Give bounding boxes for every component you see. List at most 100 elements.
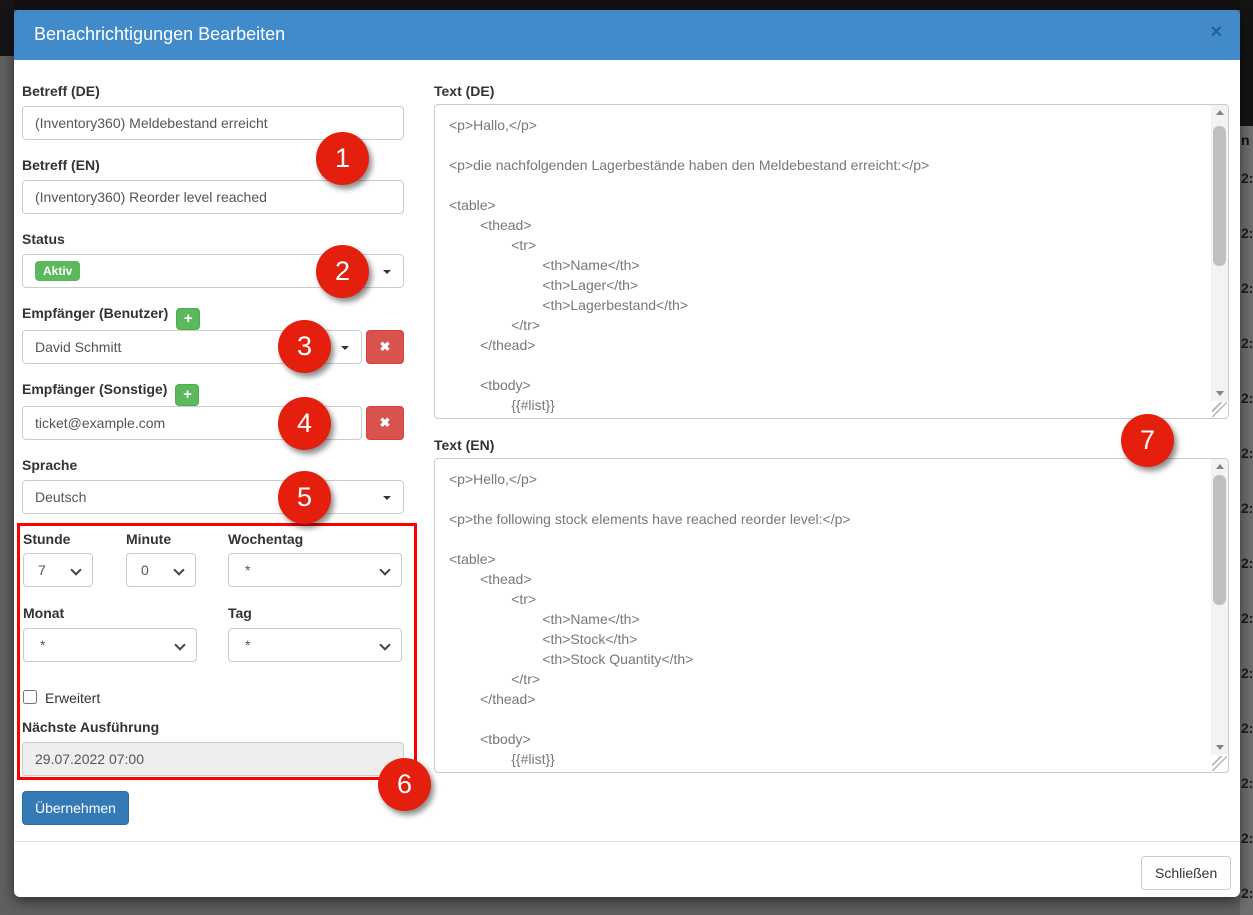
background-row-fragment: 2: (1241, 280, 1253, 296)
arrow-down-icon (1216, 391, 1224, 396)
hour-value: 7 (38, 562, 46, 578)
wochentag-label: Wochentag (228, 531, 303, 547)
text-de-label: Text (DE) (434, 83, 494, 99)
text-de-textarea[interactable]: <p>Hallo,</p> <p>die nachfolgenden Lager… (434, 104, 1229, 419)
apply-button[interactable]: Übernehmen (22, 791, 129, 825)
text-en-label: Text (EN) (434, 437, 494, 453)
weekday-select[interactable]: * (228, 553, 402, 587)
backdrop-top-bar (0, 0, 1253, 10)
chevron-down-icon (173, 564, 184, 575)
text-de-scrollbar[interactable] (1211, 105, 1228, 401)
next-execution-input (22, 742, 404, 776)
plus-icon: + (183, 386, 192, 403)
caret-down-icon (383, 496, 391, 500)
remove-recipient-button[interactable]: ✖ (366, 406, 404, 440)
hour-select[interactable]: 7 (23, 553, 93, 587)
status-label: Status (22, 231, 65, 247)
add-recipient-button[interactable]: + (175, 384, 199, 406)
minute-select[interactable]: 0 (126, 553, 196, 587)
text-en-scrollbar[interactable] (1211, 459, 1228, 755)
day-value: * (245, 637, 250, 653)
arrow-up-icon (1216, 464, 1224, 469)
chevron-down-icon (379, 639, 390, 650)
backdrop-left-edge (0, 0, 14, 56)
plus-icon: + (184, 310, 193, 327)
chevron-down-icon (70, 564, 81, 575)
caret-down-icon (383, 270, 391, 274)
background-row-fragment: 2: (1241, 445, 1253, 461)
close-button[interactable]: Schließen (1141, 856, 1231, 890)
remove-user-button[interactable]: ✖ (366, 330, 404, 364)
background-row-fragment: 2: (1241, 170, 1253, 186)
chevron-down-icon (379, 564, 390, 575)
status-badge: Aktiv (35, 261, 80, 281)
modal-footer (14, 841, 1240, 897)
background-row-fragment: 2: (1241, 885, 1253, 901)
month-value: * (40, 637, 45, 653)
scroll-down-button[interactable] (1211, 386, 1228, 401)
background-row-fragment: 2: (1241, 335, 1253, 351)
background-row-fragment: 2: (1241, 390, 1253, 406)
weekday-value: * (245, 562, 250, 578)
empfaenger-benutzer-label-text: Empfänger (Benutzer) (22, 305, 168, 321)
scroll-up-button[interactable] (1211, 105, 1228, 120)
background-row-fragment: 2: (1241, 830, 1253, 846)
caret-down-icon (341, 346, 349, 350)
background-table-strip: n 2: 2: 2: 2: 2: 2: 2: 2: 2: 2: 2: 2: 2:… (1240, 0, 1253, 915)
month-select[interactable]: * (23, 628, 197, 662)
resize-handle-icon[interactable] (1212, 402, 1227, 417)
empfaenger-sonstige-label-text: Empfänger (Sonstige) (22, 381, 167, 397)
annotation-circle-7: 7 (1121, 414, 1174, 467)
remove-x-icon: ✖ (380, 339, 391, 355)
annotation-circle-1: 1 (316, 132, 369, 185)
minute-value: 0 (141, 562, 149, 578)
annotation-circle-3: 3 (278, 320, 331, 373)
minute-label: Minute (126, 531, 171, 547)
annotation-circle-5: 5 (278, 471, 331, 524)
stunde-label: Stunde (23, 531, 70, 547)
text-en-area: <p>Hello,</p> <p>the following stock ele… (434, 458, 1229, 773)
modal-title: Benachrichtigungen Bearbeiten (34, 24, 285, 45)
betreff-en-input[interactable] (22, 180, 404, 214)
tag-label: Tag (228, 605, 252, 621)
language-value: Deutsch (35, 489, 86, 505)
text-en-textarea[interactable]: <p>Hello,</p> <p>the following stock ele… (434, 458, 1229, 773)
background-row-fragment: 2: (1241, 500, 1253, 516)
naechste-ausfuehrung-label: Nächste Ausführung (22, 719, 159, 735)
resize-handle-icon[interactable] (1212, 756, 1227, 771)
background-row-fragment: 2: (1241, 225, 1253, 241)
annotation-circle-6: 6 (378, 758, 431, 811)
background-row-fragment: 2: (1241, 775, 1253, 791)
annotation-circle-4: 4 (278, 397, 331, 450)
sprache-label: Sprache (22, 457, 77, 473)
modal-header: Benachrichtigungen Bearbeiten × (14, 10, 1240, 60)
chevron-down-icon (174, 639, 185, 650)
scrollbar-thumb[interactable] (1213, 475, 1226, 605)
add-user-button[interactable]: + (176, 308, 200, 330)
empfaenger-benutzer-label: Empfänger (Benutzer) + (22, 305, 200, 330)
background-row-fragment: 2: (1241, 555, 1253, 571)
text-de-area: <p>Hallo,</p> <p>die nachfolgenden Lager… (434, 104, 1229, 419)
betreff-de-label: Betreff (DE) (22, 83, 100, 99)
arrow-down-icon (1216, 745, 1224, 750)
scrollbar-thumb[interactable] (1213, 126, 1226, 266)
background-navbar-fragment (1240, 0, 1253, 126)
scroll-down-button[interactable] (1211, 740, 1228, 755)
monat-label: Monat (23, 605, 64, 621)
day-select[interactable]: * (228, 628, 402, 662)
betreff-en-label: Betreff (EN) (22, 157, 100, 173)
background-row-fragment: 2: (1241, 610, 1253, 626)
arrow-up-icon (1216, 110, 1224, 115)
annotation-circle-2: 2 (316, 245, 369, 298)
language-select[interactable]: Deutsch (22, 480, 404, 514)
close-icon[interactable]: × (1210, 22, 1222, 42)
screen: n 2: 2: 2: 2: 2: 2: 2: 2: 2: 2: 2: 2: 2:… (0, 0, 1253, 915)
background-row-fragment: 2: (1241, 720, 1253, 736)
user-recipient-value: David Schmitt (35, 339, 121, 355)
erweitert-label: Erweitert (45, 690, 100, 706)
erweitert-checkbox[interactable] (23, 690, 37, 704)
remove-x-icon: ✖ (380, 415, 391, 431)
background-row-fragment: 2: (1241, 665, 1253, 681)
scroll-up-button[interactable] (1211, 459, 1228, 474)
empfaenger-sonstige-label: Empfänger (Sonstige) + (22, 381, 199, 406)
